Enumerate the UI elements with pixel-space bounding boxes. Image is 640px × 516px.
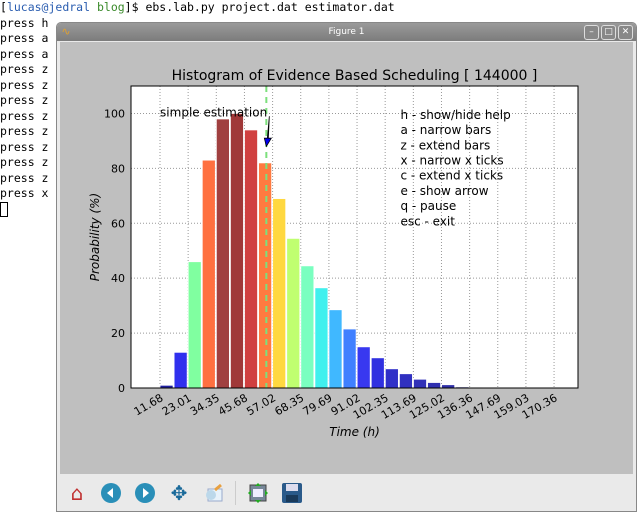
histogram-bar bbox=[398, 373, 413, 389]
histogram-bar bbox=[258, 162, 273, 389]
window-titlebar[interactable]: ∿ Figure 1 – □ ✕ bbox=[57, 23, 636, 41]
terminal-command: ebs.lab.py project.dat estimator.dat bbox=[145, 0, 395, 14]
help-line: a - narrow bars bbox=[400, 123, 491, 137]
toolbar-separator bbox=[235, 481, 236, 505]
home-icon[interactable]: ⌂ bbox=[65, 481, 89, 505]
histogram-bar bbox=[201, 159, 216, 389]
x-tick-label: 79.69 bbox=[301, 391, 335, 418]
terminal-cursor bbox=[0, 201, 8, 217]
y-tick-label: 60 bbox=[111, 217, 125, 230]
x-tick-label: 57.02 bbox=[244, 391, 278, 418]
app-icon: ∿ bbox=[61, 25, 71, 38]
histogram-bar bbox=[427, 382, 442, 389]
figure-window: ∿ Figure 1 – □ ✕ 0 20 40 60 80 100 11.68 23.01 3… bbox=[56, 22, 637, 512]
x-tick-label: 23.01 bbox=[160, 391, 194, 418]
navigation-toolbar: ⌂ ✥ bbox=[57, 475, 636, 511]
histogram-bar bbox=[173, 351, 188, 389]
annotation-label: simple estimation bbox=[160, 105, 267, 119]
histogram-bar bbox=[300, 265, 315, 389]
prompt-dir: blog bbox=[96, 0, 125, 14]
histogram-bar bbox=[272, 198, 287, 389]
minimize-button[interactable]: – bbox=[584, 25, 599, 40]
histogram-bar bbox=[413, 378, 427, 389]
y-tick-label: 40 bbox=[111, 272, 125, 285]
figure-canvas[interactable]: 0 20 40 60 80 100 11.68 23.01 34.35 45.68 57.02 68.… bbox=[60, 42, 633, 474]
close-button[interactable]: ✕ bbox=[618, 25, 633, 40]
help-line: x - narrow x ticks bbox=[400, 154, 503, 168]
help-line: esc - exit bbox=[400, 214, 455, 228]
help-line: e - show arrow bbox=[400, 184, 488, 198]
histogram-bar bbox=[215, 118, 230, 389]
help-line: h - show/hide help bbox=[400, 108, 510, 122]
help-line: c - extend x ticks bbox=[400, 169, 503, 183]
x-tick-label: 11.68 bbox=[132, 391, 166, 418]
forward-icon[interactable] bbox=[133, 481, 157, 505]
histogram-bar bbox=[286, 237, 301, 389]
x-axis-label: Time (h) bbox=[329, 425, 380, 439]
x-tick-label: 45.68 bbox=[216, 391, 250, 418]
y-tick-label: 80 bbox=[111, 162, 125, 175]
histogram-bar bbox=[370, 357, 385, 389]
x-tick-label: 68.35 bbox=[272, 391, 306, 418]
chart-title: Histogram of Evidence Based Scheduling [… bbox=[172, 68, 538, 84]
subplots-icon[interactable] bbox=[246, 481, 270, 505]
window-title: Figure 1 bbox=[328, 27, 365, 37]
zoom-icon[interactable] bbox=[201, 481, 225, 505]
histogram-bar bbox=[244, 129, 258, 389]
y-tick-label: 100 bbox=[104, 107, 125, 120]
histogram-bar bbox=[356, 346, 371, 389]
prompt-user: lucas@jedral bbox=[6, 0, 91, 14]
histogram-chart: 0 20 40 60 80 100 11.6823.0134.3545.6857.0268.… bbox=[88, 68, 579, 439]
back-icon[interactable] bbox=[99, 481, 123, 505]
y-tick-label: 20 bbox=[111, 327, 125, 340]
help-line: z - extend bars bbox=[400, 138, 490, 152]
histogram-bar bbox=[342, 328, 357, 389]
pan-icon[interactable]: ✥ bbox=[167, 481, 191, 505]
terminal-prompt: [lucas@jedral blog]$ ebs.lab.py project.… bbox=[0, 0, 395, 14]
y-tick-label: 0 bbox=[118, 382, 125, 395]
histogram-bar bbox=[328, 309, 343, 389]
histogram-bar bbox=[230, 113, 244, 389]
save-icon[interactable] bbox=[280, 481, 304, 505]
histogram-bar bbox=[384, 368, 399, 389]
maximize-button[interactable]: □ bbox=[601, 25, 616, 40]
histogram-bar bbox=[187, 261, 202, 389]
y-axis-label: Probability (%) bbox=[88, 193, 102, 282]
histogram-bar bbox=[314, 287, 329, 389]
help-line: q - pause bbox=[400, 199, 456, 213]
x-tick-label: 34.35 bbox=[188, 391, 222, 418]
